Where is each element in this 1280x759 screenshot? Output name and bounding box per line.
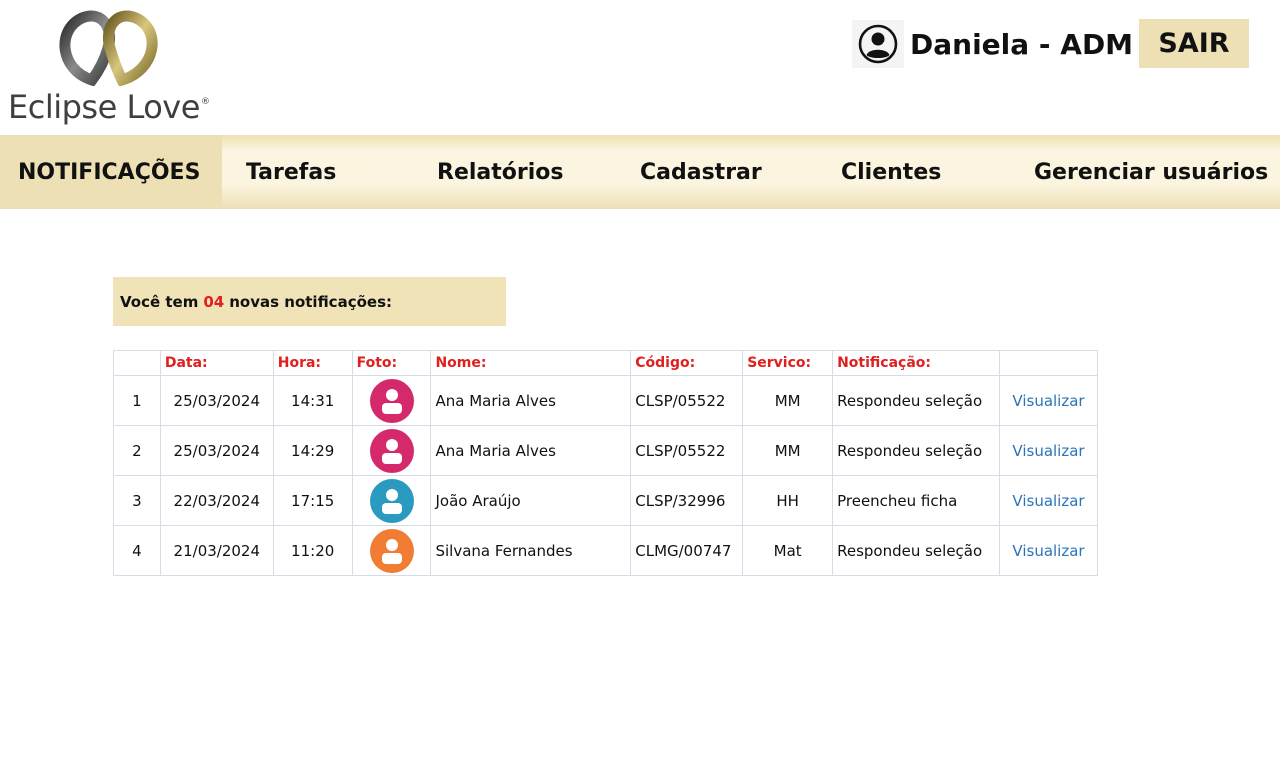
logout-button[interactable]: SAIR xyxy=(1139,19,1249,68)
row-date: 25/03/2024 xyxy=(159,425,274,476)
summary-suffix: novas notificações: xyxy=(229,292,392,311)
summary-prefix: Você tem xyxy=(120,292,199,311)
row-name: João Araújo xyxy=(430,475,632,526)
person-avatar-icon xyxy=(369,478,414,523)
row-action: Visualizar xyxy=(999,425,1098,476)
tab-relatorios[interactable]: Relatórios xyxy=(437,135,563,209)
row-time: 11:20 xyxy=(272,525,353,576)
row-service: MM xyxy=(742,425,834,476)
col-code: Código: xyxy=(630,350,744,376)
row-photo xyxy=(351,425,432,476)
col-service: Servico: xyxy=(742,350,834,376)
row-number: 1 xyxy=(113,375,161,426)
row-number: 4 xyxy=(113,525,161,576)
row-name: Ana Maria Alves xyxy=(430,425,632,476)
col-photo: Foto: xyxy=(351,350,432,376)
tab-gerenciar-usuarios[interactable]: Gerenciar usuários xyxy=(1034,135,1268,209)
row-time: 14:29 xyxy=(272,425,353,476)
tab-notificacoes[interactable]: NOTIFICAÇÕES xyxy=(0,135,223,209)
row-action: Visualizar xyxy=(999,375,1098,426)
row-date: 21/03/2024 xyxy=(159,525,274,576)
table-row: 2 25/03/2024 14:29 Ana Maria Alves CLSP/… xyxy=(113,425,1098,476)
person-avatar-icon xyxy=(369,528,414,573)
col-date: Data: xyxy=(159,350,274,376)
row-notification: Respondeu seleção xyxy=(832,425,1001,476)
row-date: 25/03/2024 xyxy=(159,375,274,426)
view-link[interactable]: Visualizar xyxy=(1012,492,1084,510)
col-time: Hora: xyxy=(272,350,353,376)
eclipse-love-logo-icon xyxy=(59,10,158,86)
row-notification: Respondeu seleção xyxy=(832,525,1001,576)
person-avatar-icon xyxy=(369,378,414,423)
row-code: CLMG/00747 xyxy=(630,525,744,576)
row-number: 3 xyxy=(113,475,161,526)
row-time: 17:15 xyxy=(272,475,353,526)
notification-count: 04 xyxy=(203,292,225,311)
current-user: Daniela - ADM xyxy=(852,20,1133,68)
tab-cadastrar[interactable]: Cadastrar xyxy=(640,135,762,209)
row-action: Visualizar xyxy=(999,525,1098,576)
row-code: CLSP/32996 xyxy=(630,475,744,526)
table-row: 4 21/03/2024 11:20 Silvana Fernandes CLM… xyxy=(113,525,1098,576)
notifications-table: Data: Hora: Foto: Nome: Código: Servico:… xyxy=(113,350,1098,576)
col-action xyxy=(999,350,1098,376)
user-name: Daniela - ADM xyxy=(910,27,1134,61)
row-photo xyxy=(351,525,432,576)
row-name: Ana Maria Alves xyxy=(430,375,632,426)
table-header-row: Data: Hora: Foto: Nome: Código: Servico:… xyxy=(113,350,1098,376)
tab-clientes[interactable]: Clientes xyxy=(841,135,941,209)
row-photo xyxy=(351,475,432,526)
view-link[interactable]: Visualizar xyxy=(1012,442,1084,460)
row-code: CLSP/05522 xyxy=(630,425,744,476)
notifications-summary: Você tem 04 novas notificações: xyxy=(113,277,506,326)
col-name: Nome: xyxy=(430,350,632,376)
row-name: Silvana Fernandes xyxy=(430,525,632,576)
row-number: 2 xyxy=(113,425,161,476)
view-link[interactable]: Visualizar xyxy=(1012,542,1084,560)
row-service: HH xyxy=(742,475,834,526)
row-service: MM xyxy=(742,375,834,426)
row-photo xyxy=(351,375,432,426)
col-notification: Notificação: xyxy=(832,350,1001,376)
row-service: Mat xyxy=(742,525,834,576)
main-nav: NOTIFICAÇÕES Tarefas Relatórios Cadastra… xyxy=(0,135,1280,209)
row-action: Visualizar xyxy=(999,475,1098,526)
row-date: 22/03/2024 xyxy=(159,475,274,526)
brand-name: Eclipse Love® xyxy=(8,88,210,126)
row-time: 14:31 xyxy=(272,375,353,426)
row-code: CLSP/05522 xyxy=(630,375,744,426)
row-notification: Respondeu seleção xyxy=(832,375,1001,426)
row-notification: Preencheu ficha xyxy=(832,475,1001,526)
user-circle-icon xyxy=(852,20,904,68)
table-row: 3 22/03/2024 17:15 João Araújo CLSP/3299… xyxy=(113,475,1098,526)
col-number xyxy=(113,350,161,376)
person-avatar-icon xyxy=(369,428,414,473)
view-link[interactable]: Visualizar xyxy=(1012,392,1084,410)
tab-tarefas[interactable]: Tarefas xyxy=(246,135,336,209)
table-row: 1 25/03/2024 14:31 Ana Maria Alves CLSP/… xyxy=(113,375,1098,426)
brand-logo: Eclipse Love® xyxy=(6,8,210,128)
